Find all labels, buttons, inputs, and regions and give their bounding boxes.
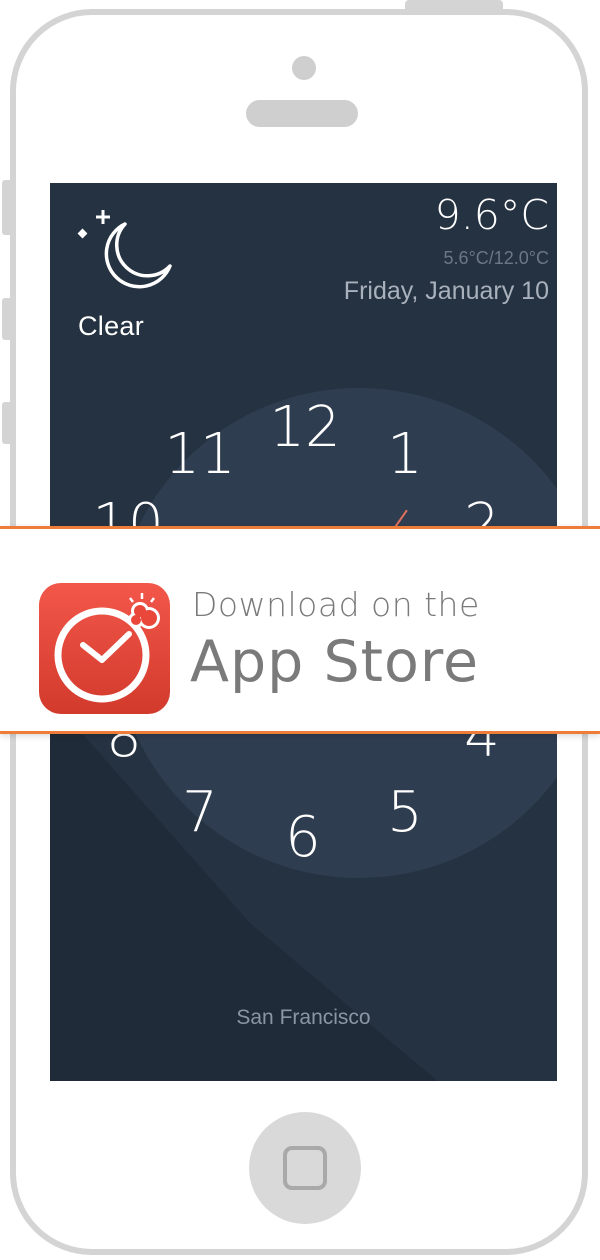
- power-button: [405, 0, 503, 9]
- earpiece-speaker: [246, 100, 358, 127]
- weather-condition: Clear: [78, 311, 145, 341]
- city-name: San Francisco: [236, 1006, 371, 1029]
- device-mockup: 12 1 11 10 2 8 4 7 6 5 Clear 9.6°C 5.6°C…: [0, 0, 600, 1260]
- temperature-range: 5.6°C/12.0°C: [443, 248, 549, 268]
- home-button-square-icon: [283, 1146, 327, 1190]
- clock-number-6: 6: [285, 805, 321, 870]
- app-store-label: App Store: [190, 629, 480, 695]
- clock-number-12: 12: [269, 395, 341, 460]
- current-date: Friday, January 10: [343, 277, 549, 305]
- clock-number-1: 1: [387, 422, 423, 487]
- alarm-clock-icon: [54, 593, 160, 703]
- app-store-banner[interactable]: Download on the App Store: [0, 526, 600, 734]
- moon-stars-icon: [77, 210, 172, 289]
- front-camera: [292, 56, 316, 80]
- clock-number-7: 7: [182, 780, 218, 845]
- clock-number-5: 5: [387, 780, 423, 845]
- clock-weather-app-icon: [39, 583, 170, 714]
- current-temperature: 9.6°C: [434, 191, 549, 239]
- clock-number-11: 11: [164, 422, 236, 487]
- download-on-the-label: Download on the: [192, 585, 480, 624]
